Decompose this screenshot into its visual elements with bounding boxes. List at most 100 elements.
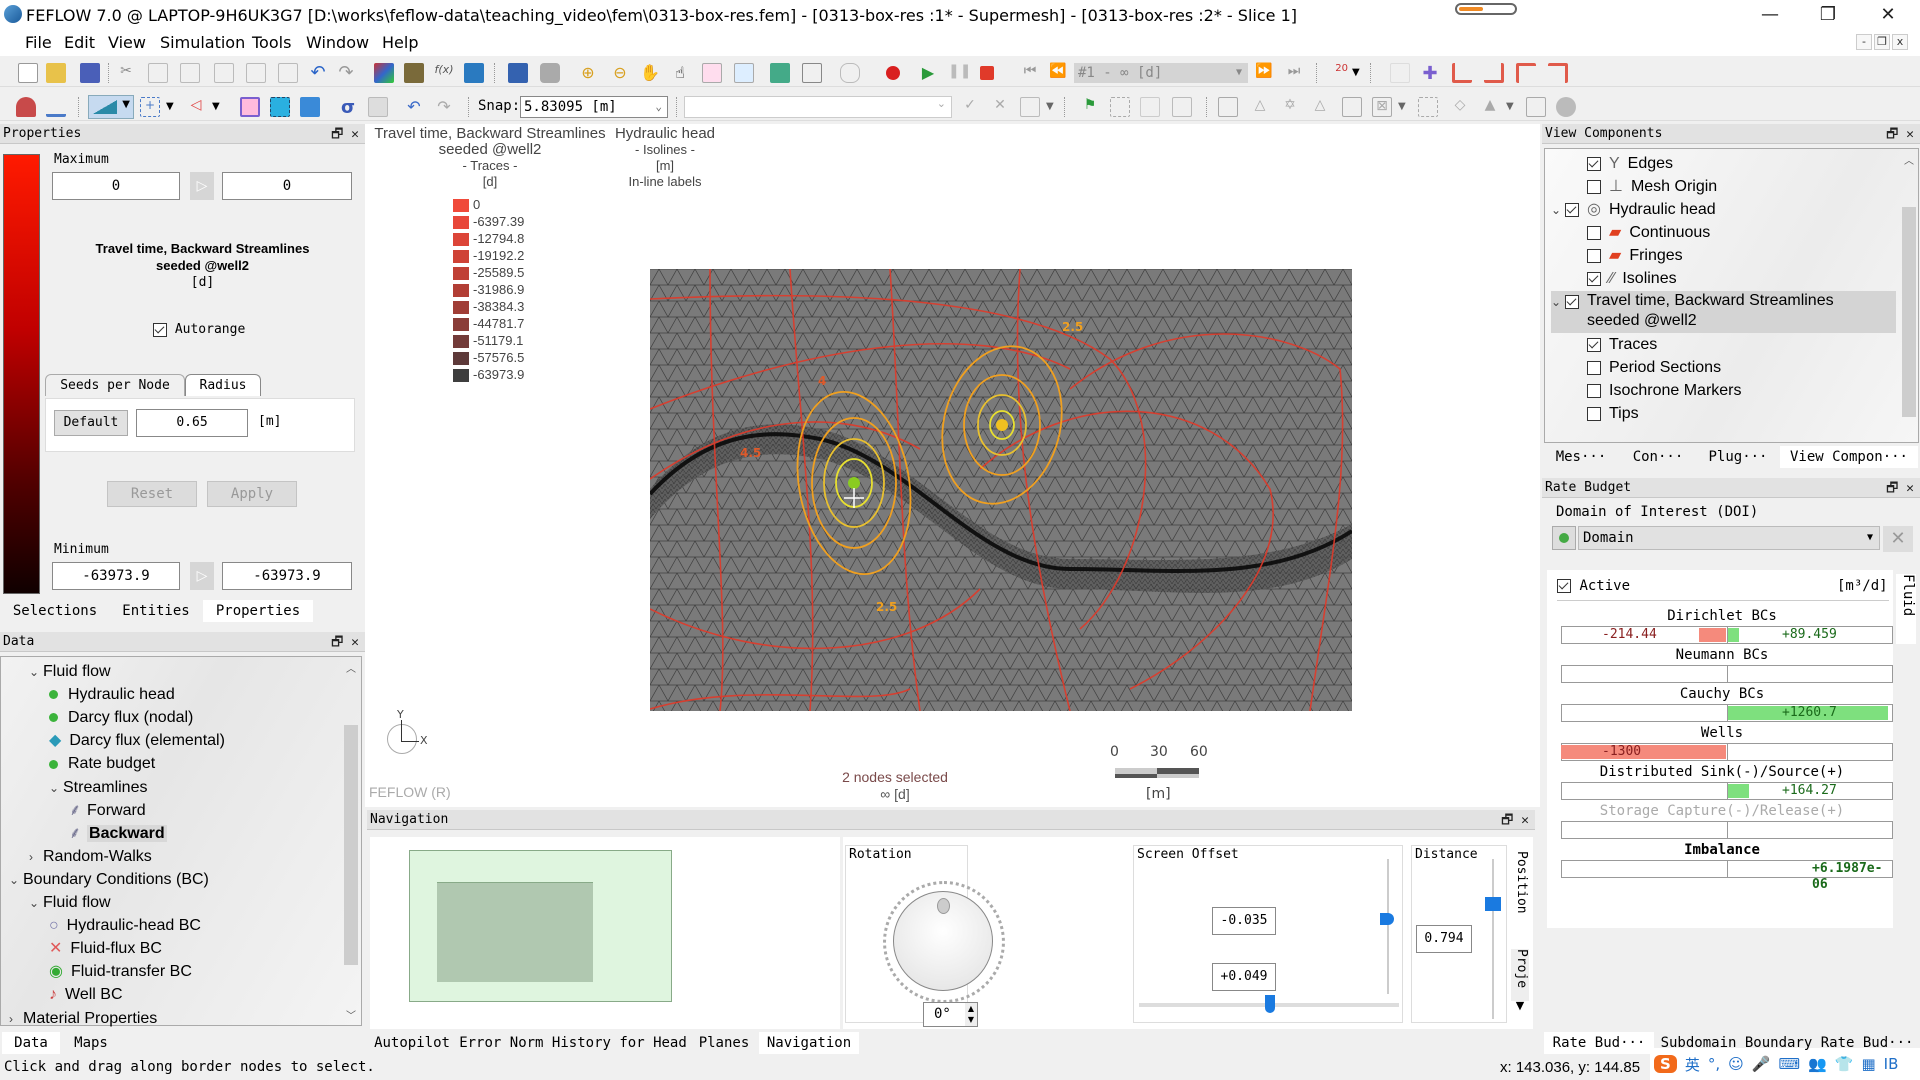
tab-subdomain-rate-budget[interactable]: Subdomain Boundary Rate Bud···: [1656, 1032, 1918, 1054]
play-icon[interactable]: ▶: [918, 63, 938, 83]
view-components-scrollbar[interactable]: ︿: [1902, 152, 1916, 440]
invert-selection-icon[interactable]: [300, 97, 320, 117]
well-marker[interactable]: [996, 419, 1008, 431]
mdi-restore-button[interactable]: ❐: [1874, 34, 1890, 50]
well-marker[interactable]: [848, 477, 860, 489]
align-bottom-left-icon[interactable]: [1452, 63, 1472, 83]
tab-entities[interactable]: Entities: [110, 600, 202, 622]
rotate-hand-icon[interactable]: ☝: [670, 63, 690, 83]
tab-seeds-per-node[interactable]: Seeds per Node: [45, 374, 185, 396]
globe-icon[interactable]: [1556, 97, 1576, 117]
copy-max-arrow-button[interactable]: ▷: [190, 172, 214, 200]
function-icon[interactable]: f(x): [434, 63, 454, 83]
visibility-checkbox[interactable]: [1587, 225, 1601, 240]
panel-float-close-controls[interactable]: 🗗 ✕: [1501, 811, 1529, 833]
visibility-checkbox[interactable]: [1587, 271, 1601, 286]
constraint-icon[interactable]: [1172, 97, 1192, 117]
align-top-right-icon[interactable]: [1548, 63, 1568, 83]
refine-icon[interactable]: ✡: [1280, 97, 1300, 117]
restore-button[interactable]: ❐: [1800, 0, 1856, 30]
close-button[interactable]: ✕: [1860, 0, 1916, 30]
view-component-item[interactable]: ▰ Fringes: [1587, 245, 1683, 267]
chevron-down-icon[interactable]: ⌄: [29, 892, 43, 914]
minimum-left-input[interactable]: -63973.9: [52, 562, 180, 590]
first-step-icon[interactable]: ⏮: [1020, 63, 1040, 83]
streamline-tool-button[interactable]: ▼: [88, 95, 134, 119]
view-component-item[interactable]: Tips: [1587, 403, 1639, 425]
mesh-element-icon[interactable]: [1218, 97, 1238, 117]
chevron-down-icon[interactable]: ⌄: [1551, 291, 1565, 313]
reset-view-icon[interactable]: [1390, 63, 1410, 83]
visibility-checkbox[interactable]: [1587, 156, 1601, 171]
panel-float-close-controls[interactable]: 🗗 ✕: [331, 633, 359, 655]
chevron-down-icon[interactable]: ▼: [1046, 101, 1054, 112]
tree-item[interactable]: Hydraulic head: [49, 684, 175, 706]
tab-planes[interactable]: Planes: [691, 1032, 757, 1054]
pyramid-icon[interactable]: ▲: [1480, 97, 1500, 117]
zoom-in-icon[interactable]: ⊕: [578, 63, 598, 83]
sigma-icon[interactable]: σ: [338, 97, 358, 118]
smooth-mesh-icon[interactable]: [1418, 97, 1438, 117]
record-icon[interactable]: [886, 66, 900, 80]
distance-input[interactable]: 0.794: [1416, 925, 1472, 953]
offset-x-slider-handle[interactable]: [1265, 995, 1275, 1013]
problem-settings-icon[interactable]: [404, 63, 424, 83]
tree-item[interactable]: ○ Hydraulic-head BC: [49, 915, 201, 937]
new-view-icon[interactable]: [770, 63, 790, 83]
view-component-item[interactable]: ⁄⁄ Isolines: [1587, 268, 1677, 290]
tree-item[interactable]: Rate budget: [49, 753, 155, 775]
snap-distance-select[interactable]: 5.83095 [m] ⌄: [520, 96, 668, 118]
distance-slider-track[interactable]: [1492, 859, 1494, 1019]
view-component-item[interactable]: Isochrone Markers: [1587, 380, 1742, 402]
view-window-icon[interactable]: [802, 63, 822, 83]
flag-icon[interactable]: ⚑: [1080, 97, 1100, 117]
scroll-down-icon[interactable]: ﹀: [344, 1007, 358, 1022]
tab-position[interactable]: Position: [1511, 851, 1529, 914]
default-button[interactable]: Default: [54, 410, 128, 436]
paste-special-icon[interactable]: [214, 63, 234, 83]
visibility-checkbox[interactable]: [1587, 248, 1601, 263]
open-folder-icon[interactable]: [46, 63, 66, 83]
parameter-select[interactable]: ⌄: [684, 96, 952, 118]
model-view[interactable]: Travel time, Backward Streamlines seeded…: [365, 124, 1540, 807]
coarsen-icon[interactable]: △: [1310, 97, 1330, 117]
prev-step-icon[interactable]: ⏪: [1048, 63, 1068, 83]
tree-item[interactable]: ◆ Darcy flux (elemental): [49, 730, 225, 752]
overview-viewport[interactable]: [437, 882, 593, 982]
rotation-spinner[interactable]: ▲ ▼: [965, 1003, 977, 1026]
chevron-down-icon[interactable]: ▼: [1398, 101, 1406, 112]
chevron-down-icon[interactable]: ⌄: [1551, 199, 1565, 221]
ime-item[interactable]: 🎤: [1752, 1055, 1771, 1073]
tree-item[interactable]: ⌄ Boundary Conditions (BC): [9, 869, 209, 891]
zoom-out-icon[interactable]: ⊖: [610, 63, 630, 83]
visibility-checkbox[interactable]: [1587, 360, 1601, 375]
menu-help[interactable]: Help: [382, 33, 418, 52]
scroll-up-icon[interactable]: ︿: [344, 660, 358, 675]
offset-y-input[interactable]: -0.035: [1212, 907, 1276, 935]
active-checkbox[interactable]: Active: [1557, 578, 1630, 594]
last-step-icon[interactable]: ⏭: [1284, 63, 1304, 83]
chevron-down-icon[interactable]: ▼: [1506, 101, 1514, 112]
mdi-minimize-button[interactable]: -: [1856, 34, 1872, 50]
zoom-extent-icon[interactable]: [734, 63, 754, 83]
reset-button[interactable]: Reset: [107, 481, 197, 507]
maximum-right-input[interactable]: 0: [222, 172, 352, 200]
offset-x-input[interactable]: +0.049: [1212, 963, 1276, 991]
copy-bc-icon[interactable]: [1110, 97, 1130, 117]
select-all-icon[interactable]: [270, 97, 290, 117]
offset-y-slider-track[interactable]: [1387, 859, 1389, 994]
apply-check-icon[interactable]: ✓: [960, 97, 980, 117]
apply-button[interactable]: Apply: [207, 481, 297, 507]
view-component-item[interactable]: ⊥ Mesh Origin: [1587, 176, 1717, 198]
scroll-down-icon[interactable]: ▼: [1511, 999, 1529, 1012]
tree-item[interactable]: ⌄ Fluid flow: [29, 892, 111, 914]
distance-slider-handle[interactable]: [1485, 897, 1501, 911]
fepest-icon[interactable]: [464, 63, 484, 83]
view-component-item[interactable]: ▰ Continuous: [1587, 222, 1710, 244]
pause-icon[interactable]: ❚❚: [948, 63, 971, 83]
assign-icon[interactable]: [1020, 97, 1040, 117]
panel-float-close-controls[interactable]: 🗗 ✕: [331, 125, 359, 147]
menu-view[interactable]: View: [108, 33, 146, 52]
tab-navigation[interactable]: Navigation: [759, 1032, 859, 1054]
redo-icon[interactable]: ↷: [336, 63, 356, 83]
